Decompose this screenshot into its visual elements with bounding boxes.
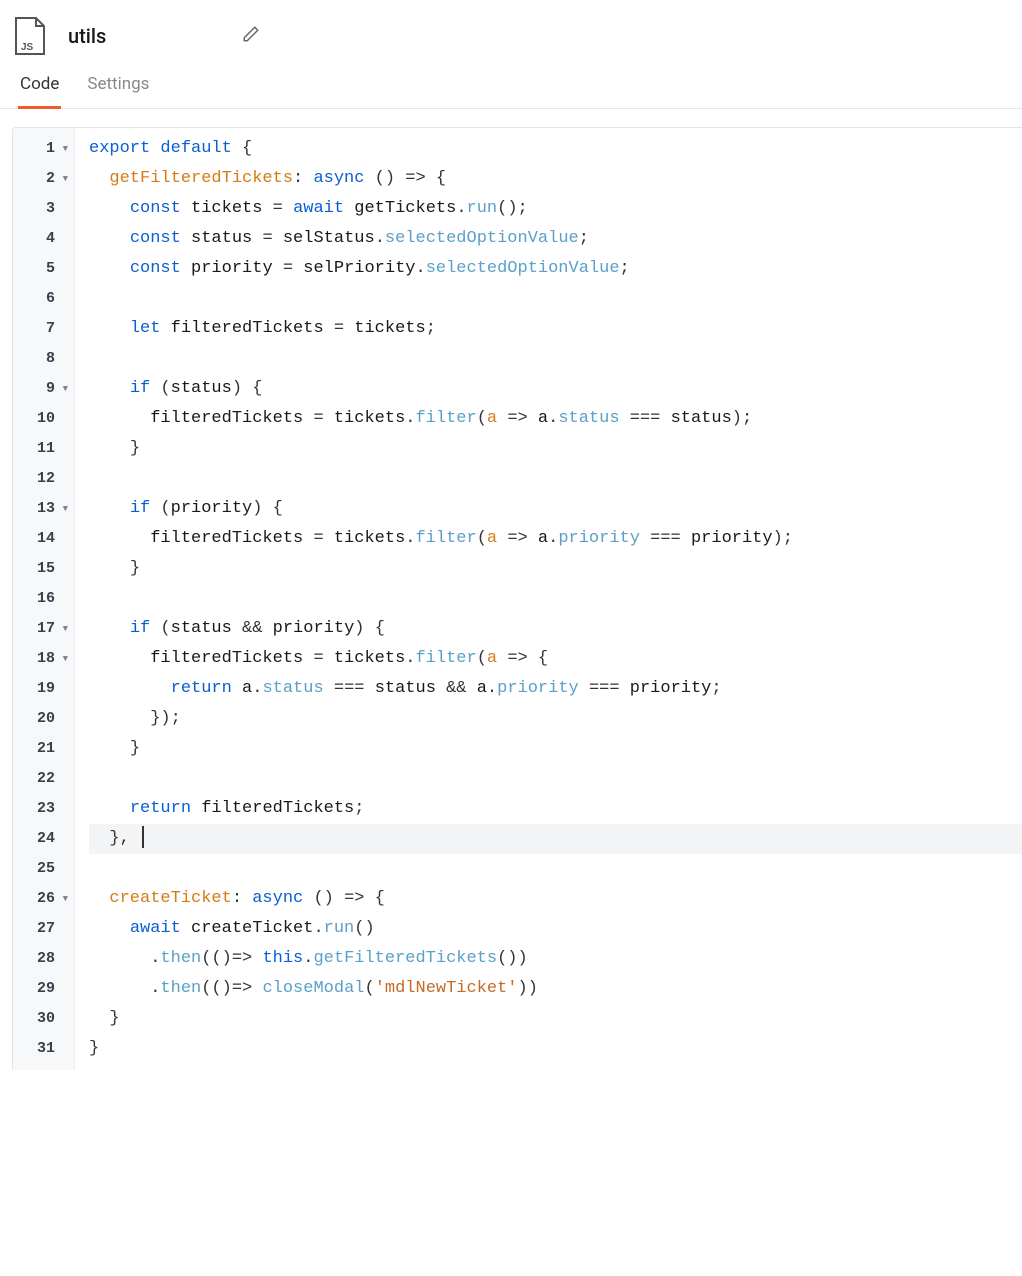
code-line[interactable]: if (status && priority) { [89,614,1022,644]
line-number[interactable]: 5 [13,254,74,284]
tab-settings[interactable]: Settings [85,64,151,109]
code-line[interactable] [89,764,1022,794]
tab-code[interactable]: Code [18,64,61,109]
line-number[interactable]: 23 [13,794,74,824]
code-line[interactable]: const status = selStatus.selectedOptionV… [89,224,1022,254]
line-number[interactable]: 21 [13,734,74,764]
js-file-icon: JS [12,16,48,56]
code-line[interactable] [89,344,1022,374]
code-line[interactable] [89,584,1022,614]
line-number[interactable]: 22 [13,764,74,794]
line-number[interactable]: 6 [13,284,74,314]
file-title: utils [68,24,106,48]
svg-text:JS: JS [21,42,34,53]
line-number[interactable]: 29 [13,974,74,1004]
line-number[interactable]: 11 [13,434,74,464]
code-line[interactable]: }, [89,824,1022,854]
code-line[interactable]: createTicket: async () => { [89,884,1022,914]
code-line[interactable]: export default { [89,134,1022,164]
fold-toggle-icon[interactable]: ▼ [58,884,68,914]
line-number[interactable]: 18▼ [13,644,74,674]
fold-toggle-icon[interactable]: ▼ [58,134,68,164]
file-header: JS utils [0,0,1022,64]
code-line[interactable]: const tickets = await getTickets.run(); [89,194,1022,224]
line-number[interactable]: 24 [13,824,74,854]
code-line[interactable]: } [89,1034,1022,1064]
line-number[interactable]: 28 [13,944,74,974]
code-line[interactable] [89,284,1022,314]
code-line[interactable]: } [89,434,1022,464]
line-number[interactable]: 19 [13,674,74,704]
code-line[interactable]: .then(()=> closeModal('mdlNewTicket')) [89,974,1022,1004]
line-number[interactable]: 1▼ [13,134,74,164]
code-line[interactable]: } [89,1004,1022,1034]
line-number[interactable]: 3 [13,194,74,224]
line-number[interactable]: 16 [13,584,74,614]
line-number[interactable]: 8 [13,344,74,374]
code-line[interactable]: let filteredTickets = tickets; [89,314,1022,344]
code-line[interactable]: getFilteredTickets: async () => { [89,164,1022,194]
line-number[interactable]: 2▼ [13,164,74,194]
code-line[interactable]: return a.status === status && a.priority… [89,674,1022,704]
code-area[interactable]: export default { getFilteredTickets: asy… [75,128,1022,1070]
code-editor[interactable]: 1▼2▼3456789▼10111213▼14151617▼18▼1920212… [12,127,1022,1070]
fold-toggle-icon[interactable]: ▼ [58,614,68,644]
line-number[interactable]: 7 [13,314,74,344]
code-line[interactable]: filteredTickets = tickets.filter(a => a.… [89,404,1022,434]
code-line[interactable]: filteredTickets = tickets.filter(a => { [89,644,1022,674]
code-line[interactable] [89,854,1022,884]
text-cursor [142,826,144,848]
code-line[interactable]: if (status) { [89,374,1022,404]
code-line[interactable]: return filteredTickets; [89,794,1022,824]
line-number[interactable]: 12 [13,464,74,494]
code-line[interactable]: filteredTickets = tickets.filter(a => a.… [89,524,1022,554]
line-number[interactable]: 20 [13,704,74,734]
fold-toggle-icon[interactable]: ▼ [58,644,68,674]
tabs: Code Settings [0,64,1022,109]
line-number[interactable]: 27 [13,914,74,944]
code-line[interactable]: const priority = selPriority.selectedOpt… [89,254,1022,284]
code-line[interactable]: .then(()=> this.getFilteredTickets()) [89,944,1022,974]
code-line[interactable]: }); [89,704,1022,734]
line-number[interactable]: 13▼ [13,494,74,524]
line-number[interactable]: 10 [13,404,74,434]
line-number[interactable]: 17▼ [13,614,74,644]
code-line[interactable] [89,464,1022,494]
code-line[interactable]: } [89,554,1022,584]
line-number[interactable]: 9▼ [13,374,74,404]
fold-toggle-icon[interactable]: ▼ [58,494,68,524]
code-line[interactable]: } [89,734,1022,764]
code-line[interactable]: if (priority) { [89,494,1022,524]
fold-toggle-icon[interactable]: ▼ [58,164,68,194]
line-number[interactable]: 4 [13,224,74,254]
line-number-gutter[interactable]: 1▼2▼3456789▼10111213▼14151617▼18▼1920212… [13,128,75,1070]
edit-icon[interactable] [242,25,260,47]
fold-toggle-icon[interactable]: ▼ [58,374,68,404]
line-number[interactable]: 15 [13,554,74,584]
code-line[interactable]: await createTicket.run() [89,914,1022,944]
line-number[interactable]: 26▼ [13,884,74,914]
line-number[interactable]: 25 [13,854,74,884]
line-number[interactable]: 14 [13,524,74,554]
line-number[interactable]: 31 [13,1034,74,1064]
line-number[interactable]: 30 [13,1004,74,1034]
